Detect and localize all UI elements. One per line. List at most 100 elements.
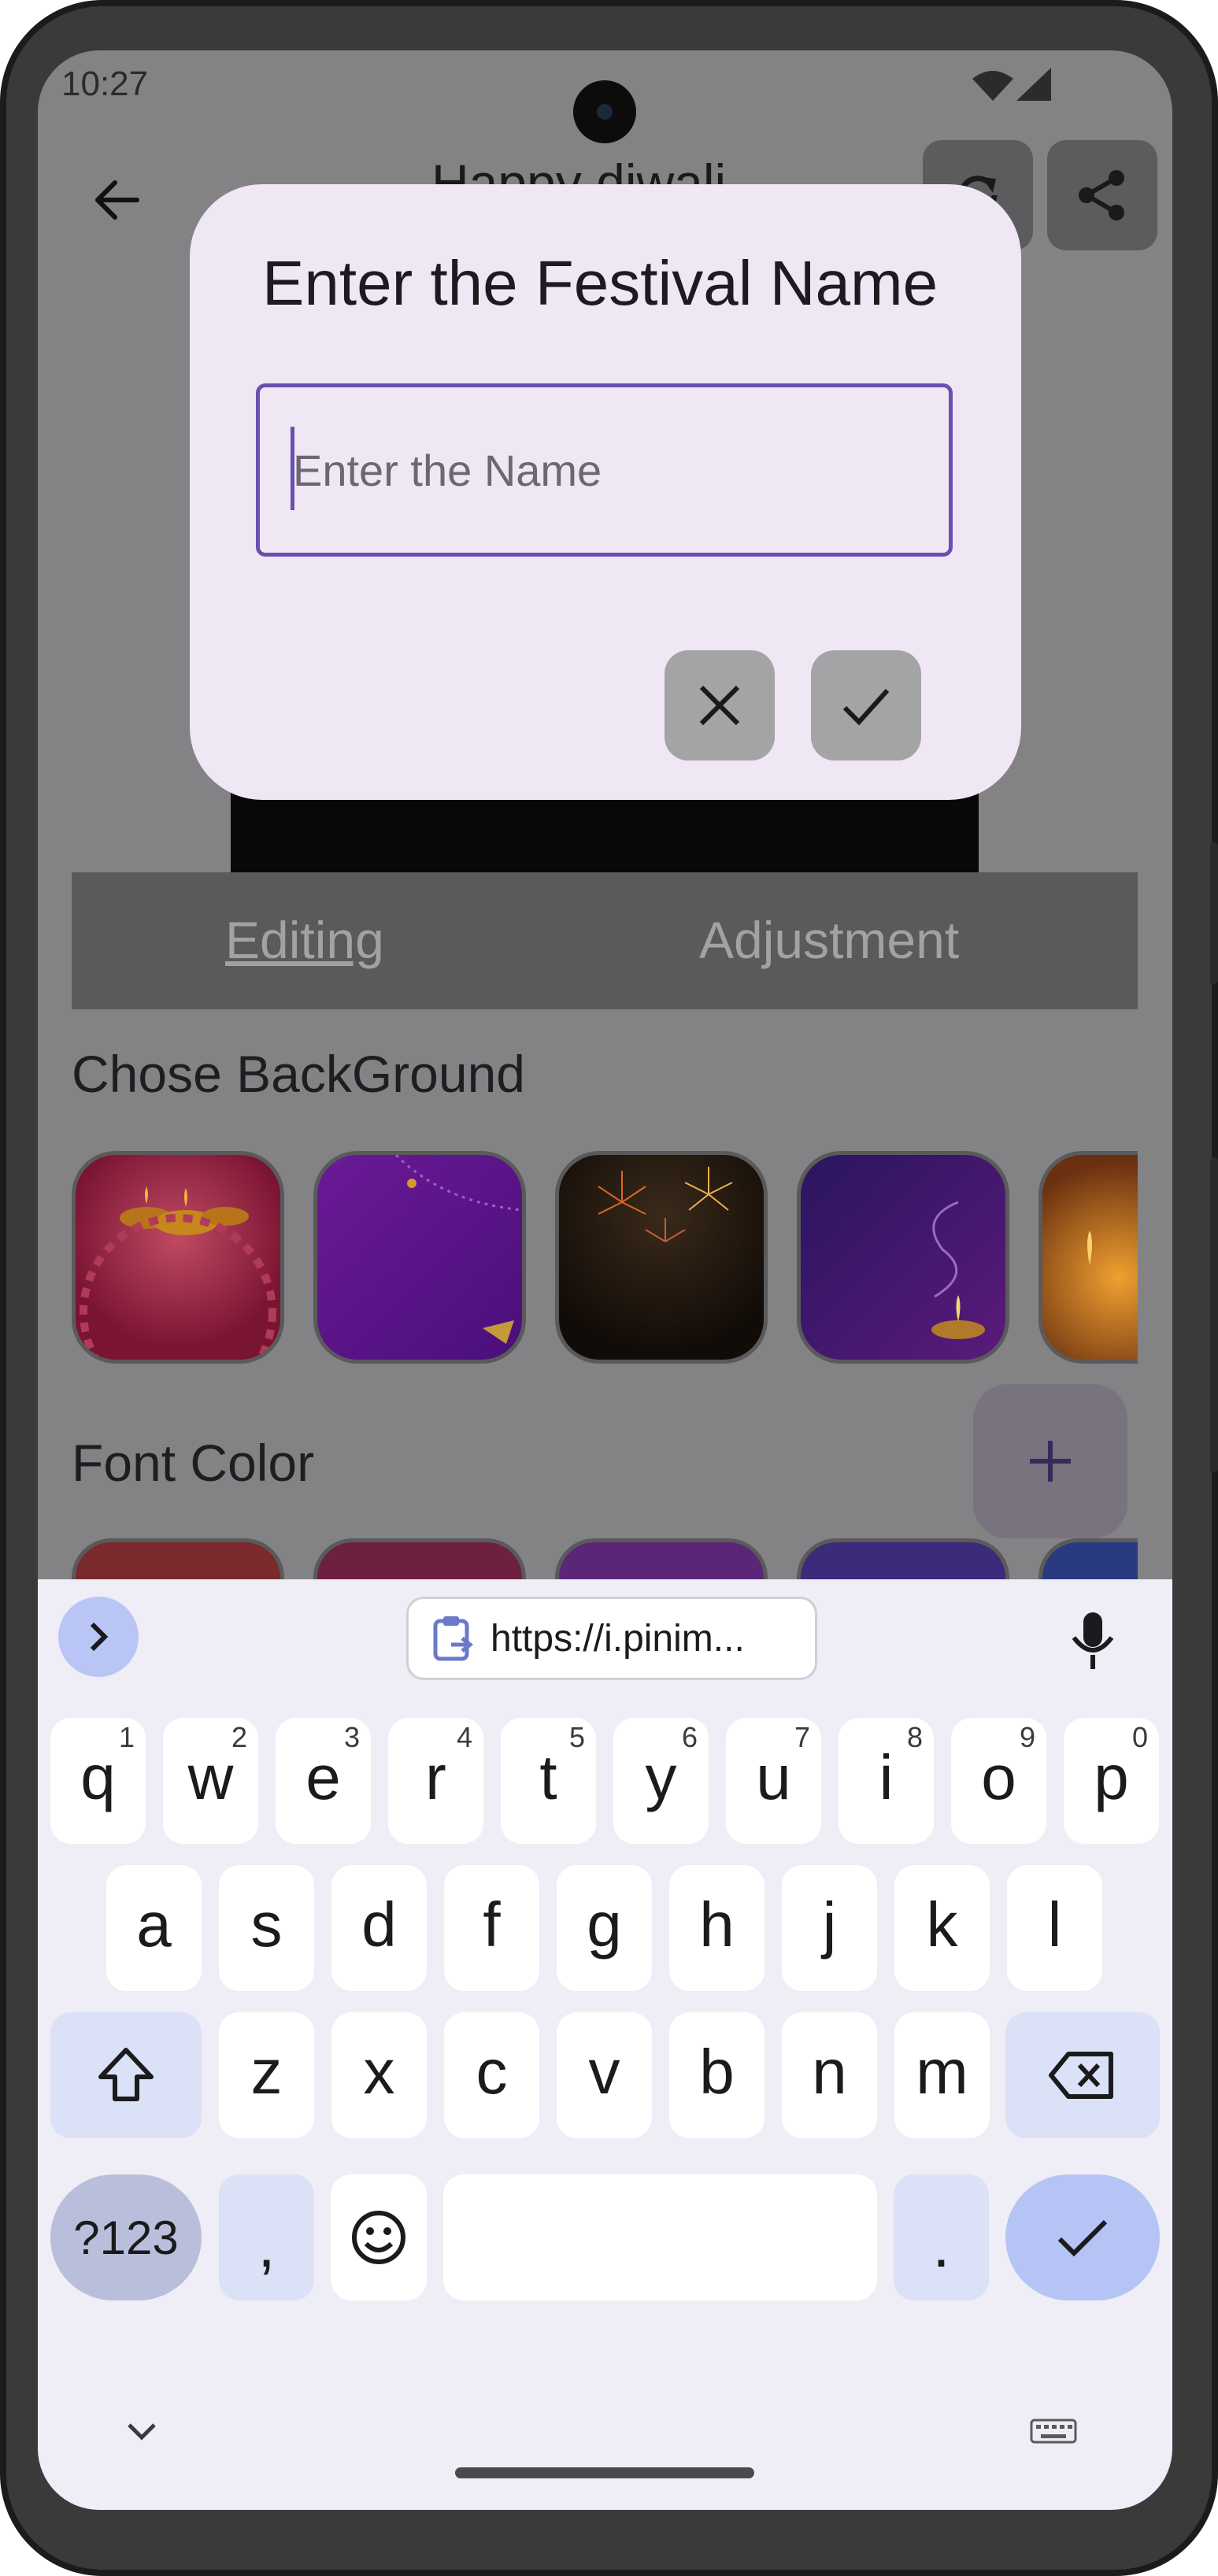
clipboard-link-icon [433, 1616, 474, 1661]
key-q[interactable]: q1 [50, 1718, 146, 1844]
key-label: z [250, 2037, 283, 2107]
key-r[interactable]: r4 [388, 1718, 483, 1844]
festival-name-dialog: Enter the Festival Name [190, 184, 1021, 800]
background-thumbnail-1[interactable] [72, 1151, 284, 1364]
key-label: e [305, 1742, 341, 1812]
share-button[interactable] [1047, 140, 1157, 250]
enter-key[interactable] [1005, 2174, 1160, 2300]
back-arrow-icon[interactable] [77, 161, 156, 239]
symbols-key[interactable]: ?123 [50, 2174, 202, 2300]
key-s[interactable]: s [219, 1865, 314, 1991]
key-label: q [80, 1742, 116, 1812]
clipboard-text: https://i.pinim... [491, 1617, 745, 1660]
key-j[interactable]: j [782, 1865, 877, 1991]
font-color-section-title: Font Color [72, 1434, 315, 1492]
key-label: o [981, 1742, 1016, 1812]
status-time: 10:27 [61, 65, 149, 103]
key-z[interactable]: z [219, 2012, 314, 2138]
space-key[interactable] [443, 2174, 877, 2300]
key-label: v [588, 2037, 620, 2107]
key-hint: 7 [794, 1721, 810, 1753]
key-w[interactable]: w2 [163, 1718, 258, 1844]
clipboard-suggestion-chip[interactable]: https://i.pinim... [406, 1597, 817, 1680]
background-thumbnail-2[interactable] [313, 1151, 526, 1364]
key-y[interactable]: y6 [613, 1718, 709, 1844]
key-label: k [926, 1889, 958, 1960]
hide-keyboard-icon[interactable] [126, 2422, 157, 2445]
share-icon [1079, 170, 1124, 220]
add-fab-button[interactable] [973, 1384, 1127, 1538]
key-v[interactable]: v [557, 2012, 652, 2138]
signal-icon [972, 66, 1054, 105]
key-label: b [699, 2037, 735, 2107]
key-x[interactable]: x [331, 2012, 427, 2138]
emoji-key[interactable] [331, 2174, 427, 2300]
backspace-key[interactable] [1005, 2012, 1160, 2138]
key-i[interactable]: i8 [839, 1718, 934, 1844]
background-thumbnail-3[interactable] [555, 1151, 768, 1364]
cancel-button[interactable] [665, 650, 775, 761]
soft-keyboard: https://i.pinim... q1w2e3r4t5y6u7i8o9p0 … [38, 1579, 1172, 2510]
key-m[interactable]: m [894, 2012, 990, 2138]
key-p[interactable]: p0 [1064, 1718, 1159, 1844]
key-label: d [361, 1889, 397, 1960]
key-l[interactable]: l [1007, 1865, 1102, 1991]
power-button [1210, 1157, 1218, 1472]
key-label: p [1094, 1742, 1129, 1812]
volume-button [1210, 842, 1218, 984]
key-label: j [822, 1889, 837, 1960]
key-d[interactable]: d [331, 1865, 427, 1991]
background-thumbnail-5[interactable] [1038, 1151, 1138, 1364]
microphone-icon[interactable] [1069, 1611, 1116, 1675]
key-label: m [916, 2037, 968, 2107]
key-hint: 4 [456, 1721, 472, 1753]
key-hint: 8 [906, 1721, 923, 1753]
key-a[interactable]: a [106, 1865, 202, 1991]
key-t[interactable]: t5 [501, 1718, 596, 1844]
chevron-right-icon [90, 1622, 109, 1652]
key-label: h [699, 1889, 735, 1960]
check-icon [1057, 2219, 1108, 2257]
key-u[interactable]: u7 [726, 1718, 821, 1844]
key-o[interactable]: o9 [951, 1718, 1046, 1844]
tab-adjustment[interactable]: Adjustment [699, 910, 959, 970]
comma-label: , [257, 2210, 276, 2280]
key-label: l [1047, 1889, 1062, 1960]
key-label: y [645, 1742, 677, 1812]
tab-editing[interactable]: Editing [225, 910, 384, 970]
key-label: x [363, 2037, 395, 2107]
key-n[interactable]: n [782, 2012, 877, 2138]
tab-bar: Editing Adjustment [72, 872, 1138, 1009]
key-b[interactable]: b [669, 2012, 764, 2138]
confirm-button[interactable] [811, 650, 921, 761]
key-label: c [476, 2037, 508, 2107]
key-hint: 3 [343, 1721, 360, 1753]
key-c[interactable]: c [444, 2012, 539, 2138]
plus-icon [1030, 1441, 1071, 1482]
keyboard-switch-icon[interactable] [1030, 2419, 1077, 2448]
background-section-title: Chose BackGround [72, 1045, 525, 1103]
close-icon [699, 685, 740, 726]
text-cursor [291, 427, 294, 510]
comma-key[interactable]: , [219, 2174, 314, 2300]
background-thumbnail-4[interactable] [797, 1151, 1009, 1364]
key-hint: 5 [568, 1721, 585, 1753]
screen: 10:27 Happy diwali Editing Adjustment Ch… [38, 50, 1172, 2510]
dialog-title: Enter the Festival Name [262, 248, 938, 318]
key-label: g [587, 1889, 622, 1960]
key-label: u [756, 1742, 791, 1812]
key-hint: 0 [1131, 1721, 1148, 1753]
key-hint: 6 [681, 1721, 698, 1753]
front-camera [573, 80, 636, 143]
festival-name-input[interactable] [256, 383, 953, 557]
key-g[interactable]: g [557, 1865, 652, 1991]
shift-key[interactable] [50, 2012, 202, 2138]
key-f[interactable]: f [444, 1865, 539, 1991]
gesture-nav-bar[interactable] [455, 2467, 754, 2478]
period-key[interactable]: . [894, 2174, 989, 2300]
key-e[interactable]: e3 [276, 1718, 371, 1844]
key-k[interactable]: k [894, 1865, 990, 1991]
key-label: s [250, 1889, 283, 1960]
key-h[interactable]: h [669, 1865, 764, 1991]
toolbar-expand-button[interactable] [58, 1597, 139, 1677]
